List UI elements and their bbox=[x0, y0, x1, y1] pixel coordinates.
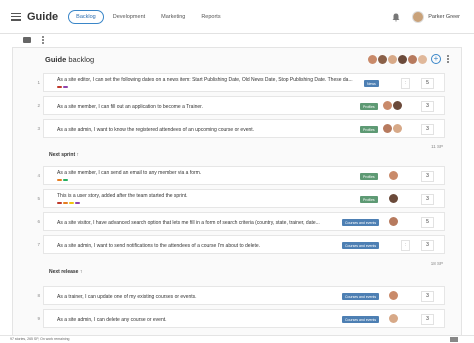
story-text: As a site admin, I can delete any course… bbox=[57, 317, 167, 323]
status-text: 97 stories, 265 SP, On work remaining bbox=[10, 337, 70, 341]
story-points[interactable]: 5 bbox=[421, 78, 434, 89]
add-member-button[interactable]: + bbox=[431, 54, 441, 64]
avatar[interactable] bbox=[388, 55, 397, 64]
story-points[interactable]: 3 bbox=[421, 171, 434, 182]
avatar[interactable] bbox=[393, 101, 402, 110]
list-item[interactable]: 7 As a site admin, I want to send notifi… bbox=[37, 235, 445, 254]
avatar[interactable] bbox=[383, 101, 392, 110]
story-markers bbox=[57, 202, 80, 204]
list-item[interactable]: 6 As a site visitor, I have advanced sea… bbox=[37, 212, 445, 231]
user-name[interactable]: Parker Greer bbox=[428, 14, 460, 20]
tag-courses-and-events[interactable]: Courses and events bbox=[342, 219, 380, 226]
avatar[interactable] bbox=[418, 55, 427, 64]
list-item[interactable]: 2 As a site member, I can fill out an ap… bbox=[37, 96, 445, 115]
empty-estimate[interactable]: : bbox=[401, 240, 410, 251]
avatar[interactable] bbox=[389, 194, 398, 203]
avatar[interactable] bbox=[389, 217, 398, 226]
tab-bar: Backlog Development Marketing Reports bbox=[68, 9, 227, 24]
story-text: As a site visitor, I have advanced searc… bbox=[57, 220, 320, 226]
avatar[interactable] bbox=[389, 291, 398, 300]
story-points[interactable]: 3 bbox=[421, 194, 434, 205]
top-bar: Guide Backlog Development Marketing Repo… bbox=[0, 0, 474, 34]
story-text: As a trainer, I can update one of my exi… bbox=[57, 294, 197, 300]
tag-courses-and-events[interactable]: Courses and events bbox=[342, 242, 380, 249]
tag-courses-and-events[interactable]: Courses and events bbox=[342, 316, 380, 323]
avatar[interactable] bbox=[383, 124, 392, 133]
page-title: Guide backlog bbox=[45, 55, 95, 64]
tab-development[interactable]: Development bbox=[106, 11, 152, 23]
story-text: As a site editor, I can set the followin… bbox=[57, 77, 353, 83]
tab-backlog[interactable]: Backlog bbox=[68, 9, 104, 24]
avatar[interactable] bbox=[368, 55, 377, 64]
more-icon[interactable] bbox=[447, 55, 449, 63]
story-text: As a site admin, I want to know the regi… bbox=[57, 127, 255, 133]
more-icon[interactable] bbox=[42, 36, 44, 44]
tag-news[interactable]: News bbox=[364, 80, 379, 87]
list-item[interactable]: 5 This is a user story, added after the … bbox=[37, 189, 445, 208]
tag-profiles[interactable]: Profiles bbox=[360, 173, 378, 180]
folder-icon[interactable] bbox=[23, 37, 31, 43]
user-area: Parker Greer bbox=[392, 0, 460, 34]
section-points: 11 SP bbox=[431, 144, 443, 149]
tag-profiles[interactable]: Profiles bbox=[360, 126, 378, 133]
list-item[interactable]: 9 As a site admin, I can delete any cour… bbox=[37, 309, 445, 328]
backlog-panel: Guide backlog + 1 As a site editor, I ca… bbox=[12, 47, 462, 337]
bell-icon[interactable] bbox=[392, 13, 400, 22]
list-item[interactable]: 3 As a site admin, I want to know the re… bbox=[37, 119, 445, 138]
tab-marketing[interactable]: Marketing bbox=[154, 11, 192, 23]
avatar[interactable] bbox=[408, 55, 417, 64]
story-markers bbox=[57, 86, 68, 88]
story-text: As a site admin, I want to send notifica… bbox=[57, 243, 261, 249]
story-points[interactable]: 3 bbox=[421, 240, 434, 251]
story-points[interactable]: 5 bbox=[421, 217, 434, 228]
tag-courses-and-events[interactable]: Courses and events bbox=[342, 293, 380, 300]
list-item[interactable]: 1 As a site editor, I can set the follow… bbox=[37, 73, 445, 92]
story-markers bbox=[57, 179, 68, 181]
chart-icon[interactable] bbox=[450, 337, 458, 342]
menu-icon[interactable] bbox=[11, 12, 21, 21]
pin-icon[interactable]: ↑ bbox=[80, 269, 83, 275]
avatar[interactable] bbox=[389, 314, 398, 323]
list-item[interactable]: 4 As a site member, I can send an email … bbox=[37, 166, 445, 185]
avatar[interactable] bbox=[393, 124, 402, 133]
avatar[interactable] bbox=[378, 55, 387, 64]
story-points[interactable]: 3 bbox=[421, 124, 434, 135]
tag-profiles[interactable]: Profiles bbox=[360, 196, 378, 203]
tab-reports[interactable]: Reports bbox=[194, 11, 227, 23]
section-points: 18 SP bbox=[430, 261, 443, 266]
backlog-header: Guide backlog + bbox=[13, 48, 461, 72]
tag-profiles[interactable]: Profiles bbox=[360, 103, 378, 110]
avatar[interactable] bbox=[412, 11, 425, 23]
story-points[interactable]: 3 bbox=[421, 291, 434, 302]
story-text: As a site member, I can fill out an appl… bbox=[57, 104, 203, 110]
pin-icon[interactable]: ↑ bbox=[77, 152, 80, 158]
story-text: This is a user story, added after the te… bbox=[57, 193, 188, 199]
empty-estimate[interactable]: : bbox=[401, 78, 410, 89]
list-item[interactable]: 8 As a trainer, I can update one of my e… bbox=[37, 286, 445, 305]
status-bar: 97 stories, 265 SP, On work remaining bbox=[0, 335, 474, 343]
avatar[interactable] bbox=[398, 55, 407, 64]
team-avatars bbox=[368, 55, 427, 64]
story-text: As a site member, I can send an email to… bbox=[57, 170, 202, 176]
toolbar bbox=[0, 35, 474, 47]
story-points[interactable]: 3 bbox=[421, 314, 434, 325]
story-points[interactable]: 3 bbox=[421, 101, 434, 112]
app-title: Guide bbox=[27, 10, 59, 23]
section-title: Next sprint ↑ bbox=[49, 152, 80, 158]
section-title: Next release ↑ bbox=[49, 269, 83, 275]
avatar[interactable] bbox=[389, 171, 398, 180]
